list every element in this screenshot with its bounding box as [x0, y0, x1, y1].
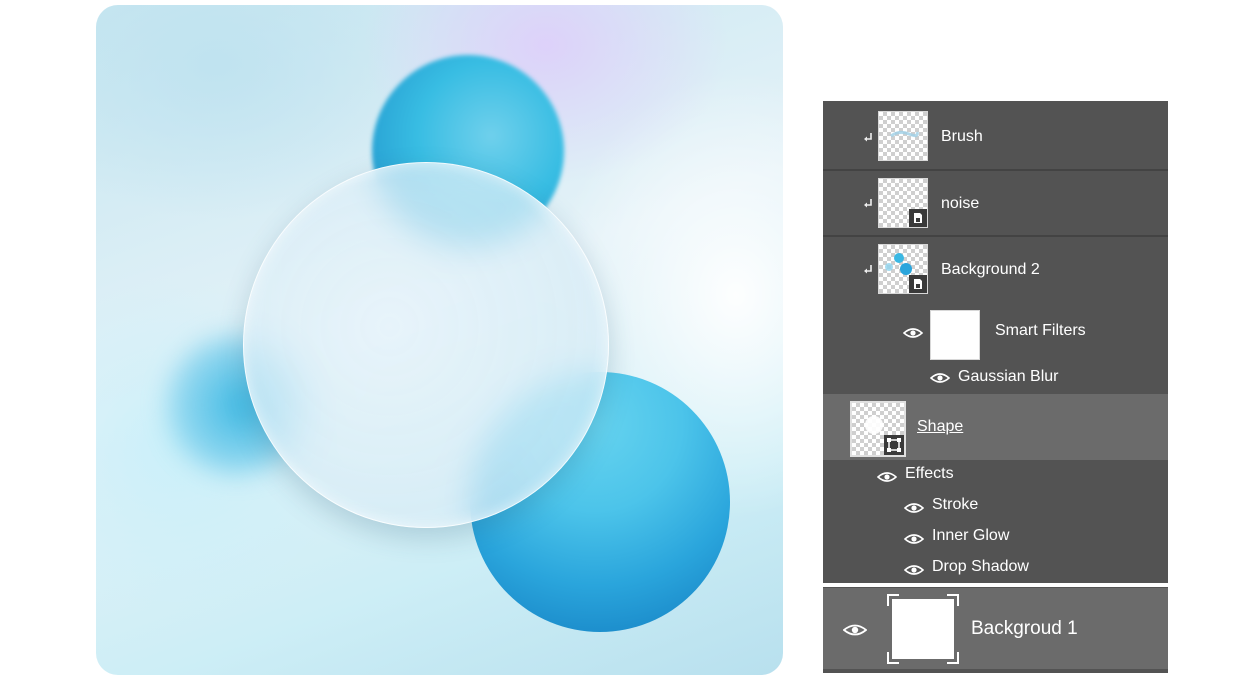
layer-name: noise [941, 195, 980, 212]
eye-icon[interactable] [904, 502, 924, 514]
effect-name: Effects [905, 465, 954, 482]
brush-strokes-icon [890, 130, 919, 138]
eye-icon[interactable] [843, 623, 867, 637]
layer-row-smart-filters[interactable]: Smart Filters [823, 306, 1168, 362]
thumbnail-frame-corners-icon [887, 594, 959, 664]
layer-name: Smart Filters [995, 322, 1086, 339]
eye-icon[interactable] [903, 327, 923, 339]
layer-row-shape[interactable]: Shape [823, 394, 1168, 460]
shape-thumbnail [850, 401, 906, 457]
brush-thumbnail [878, 111, 928, 161]
frosted-glass-circle [243, 162, 609, 528]
effects-row[interactable]: Effects [823, 462, 1168, 490]
smart-object-badge-icon [909, 209, 927, 227]
effect-row-inner-glow[interactable]: Inner Glow [823, 524, 1168, 552]
layer-name: Shape [917, 418, 964, 435]
shape-path-icon [884, 435, 904, 455]
layer-name: Background 2 [941, 261, 1040, 278]
eye-icon[interactable] [904, 533, 924, 545]
noise-thumbnail [878, 178, 928, 228]
effect-name: Stroke [932, 496, 979, 513]
artwork-canvas [96, 5, 783, 675]
clip-arrow-icon [863, 198, 873, 210]
layer-name: Brush [941, 128, 983, 145]
clip-arrow-icon [863, 264, 873, 276]
layer-row-background-2[interactable]: Background 2 [823, 237, 1168, 301]
smart-filters-mask-thumbnail [930, 310, 980, 360]
filter-row-gaussian-blur[interactable]: Gaussian Blur [823, 363, 1168, 391]
background-2-thumbnail [878, 244, 928, 294]
effect-name: Drop Shadow [932, 558, 1029, 575]
smart-object-badge-icon [909, 275, 927, 293]
effect-row-stroke[interactable]: Stroke [823, 493, 1168, 521]
layer-row-background-1[interactable]: Backgroud 1 [823, 588, 1168, 669]
layer-separator [823, 583, 1168, 587]
background-1-thumbnail [887, 594, 959, 664]
eye-icon[interactable] [930, 372, 950, 384]
layer-name: Backgroud 1 [971, 618, 1078, 639]
layers-panel: Brush noise Background 2 Smart Filters G… [823, 101, 1168, 673]
clip-arrow-icon [863, 132, 873, 144]
layer-row-noise[interactable]: noise [823, 171, 1168, 235]
filter-name: Gaussian Blur [958, 368, 1059, 385]
eye-icon[interactable] [877, 471, 897, 483]
layer-row-brush[interactable]: Brush [823, 101, 1168, 169]
effect-name: Inner Glow [932, 527, 1010, 544]
eye-icon[interactable] [904, 564, 924, 576]
effect-row-drop-shadow[interactable]: Drop Shadow [823, 555, 1168, 583]
